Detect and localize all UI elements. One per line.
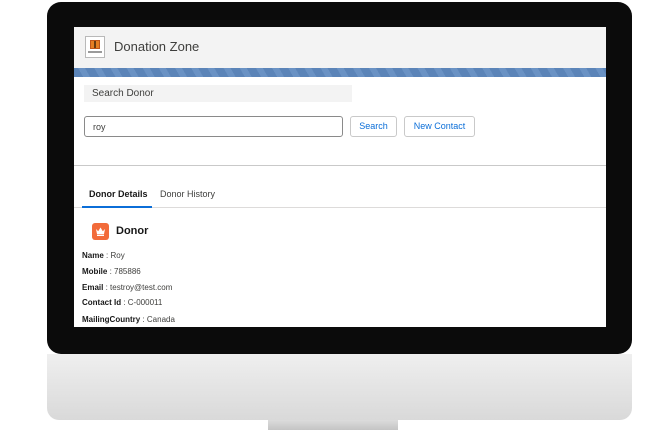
field-value: C-000011 [127, 298, 163, 307]
monitor-chin [47, 354, 632, 420]
field-value: testroy@test.com [110, 283, 173, 292]
section-divider [74, 165, 606, 166]
header-banner [74, 68, 606, 77]
tab-bar: Donor Details Donor History [74, 183, 606, 208]
search-section-label: Search Donor [84, 85, 352, 102]
field-value: Canada [146, 315, 175, 324]
monitor-stand [268, 420, 398, 430]
search-button[interactable]: Search [350, 116, 397, 137]
field-value: 785886 [114, 267, 141, 276]
field-label: Name [82, 251, 104, 260]
field-contact-id: Contact Id : C-000011 [82, 298, 163, 307]
search-input[interactable] [84, 116, 343, 137]
field-email: Email : testroy@test.com [82, 283, 173, 292]
donor-heading: Donor [116, 225, 149, 237]
field-label: Mobile [82, 267, 108, 276]
crown-icon [92, 223, 109, 240]
active-tab-indicator [82, 206, 152, 208]
field-mailing-country: MailingCountry : Canada [82, 315, 175, 324]
field-mobile: Mobile : 785886 [82, 267, 141, 276]
screen: Donation Zone Search Donor Search New Co… [74, 27, 606, 327]
field-label: Contact Id [82, 298, 122, 307]
app-logo-icon[interactable] [85, 36, 105, 58]
app-header: Donation Zone [74, 27, 606, 68]
field-value: Roy [110, 251, 125, 260]
field-label: Email [82, 283, 104, 292]
app-title: Donation Zone [114, 39, 200, 54]
field-name: Name : Roy [82, 251, 125, 260]
field-label: MailingCountry [82, 315, 141, 324]
tab-donor-history[interactable]: Donor History [160, 189, 215, 207]
new-contact-button[interactable]: New Contact [404, 116, 475, 137]
tab-donor-details[interactable]: Donor Details [89, 189, 148, 207]
